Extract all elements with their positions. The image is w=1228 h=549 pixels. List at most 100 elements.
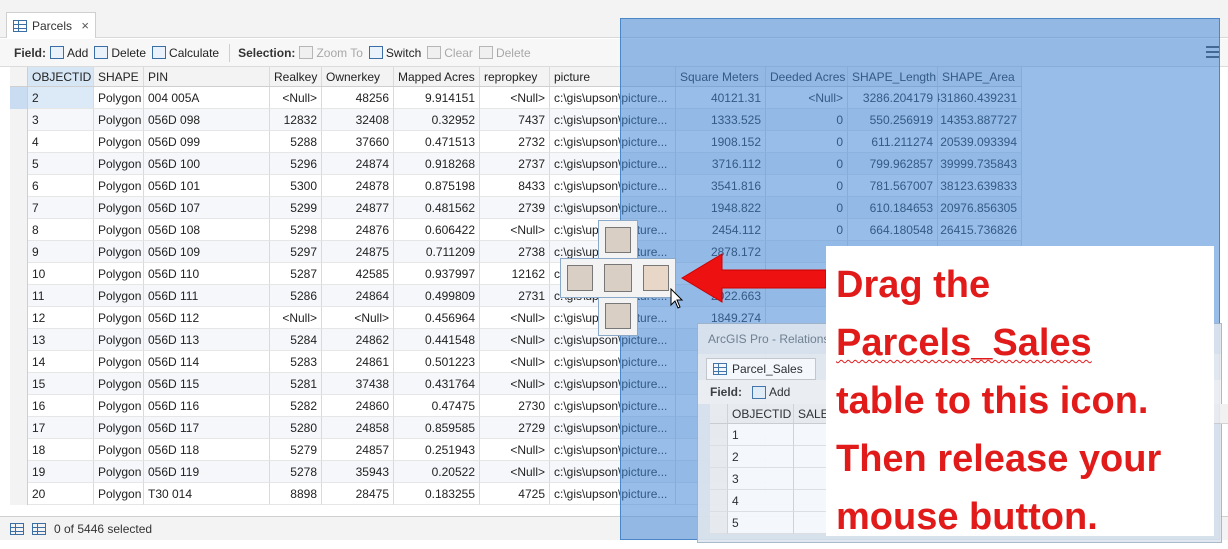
table-cell[interactable]: 5296	[270, 153, 322, 175]
column-header-pin[interactable]: PIN	[144, 67, 270, 86]
table-cell[interactable]: 056D 117	[144, 417, 270, 439]
table-cell[interactable]: <Null>	[270, 307, 322, 329]
table-cell[interactable]: 056D 116	[144, 395, 270, 417]
table-cell[interactable]: 0.251943	[394, 439, 480, 461]
row-selector[interactable]	[10, 219, 28, 241]
table-cell[interactable]: 18	[28, 439, 94, 461]
table-cell[interactable]: 0.501223	[394, 351, 480, 373]
row-selector[interactable]	[710, 490, 728, 512]
tab-parcel-sales[interactable]: Parcel_Sales	[706, 358, 816, 380]
row-selector[interactable]	[10, 439, 28, 461]
column-header-objectid[interactable]: OBJECTID	[28, 67, 94, 86]
table-cell[interactable]: 24862	[322, 329, 394, 351]
table-cell[interactable]: 9	[28, 241, 94, 263]
table-cell[interactable]: 0.606422	[394, 219, 480, 241]
table-cell[interactable]: Polygon	[94, 417, 144, 439]
table-cell[interactable]: 5286	[270, 285, 322, 307]
table-cell[interactable]: 24876	[322, 219, 394, 241]
dock-bottom-icon[interactable]	[605, 303, 631, 329]
row-selector[interactable]	[10, 373, 28, 395]
table-cell[interactable]: 1	[728, 424, 794, 446]
table-cell[interactable]: 24874	[322, 153, 394, 175]
table-cell[interactable]: <Null>	[480, 439, 550, 461]
table-cell[interactable]: 056D 098	[144, 109, 270, 131]
table-cell[interactable]: Polygon	[94, 285, 144, 307]
table-cell[interactable]: 5280	[270, 417, 322, 439]
table-cell[interactable]: 056D 109	[144, 241, 270, 263]
table-cell[interactable]: 24878	[322, 175, 394, 197]
table-cell[interactable]: 0.937997	[394, 263, 480, 285]
table-cell[interactable]: <Null>	[480, 461, 550, 483]
delete-selection-button[interactable]: Delete	[478, 46, 531, 60]
column-header-mapped-acres[interactable]: Mapped Acres	[394, 67, 480, 86]
column-header-shape[interactable]: SHAPE	[94, 67, 144, 86]
dock-top-icon[interactable]	[605, 227, 631, 253]
table-cell[interactable]: 056D 111	[144, 285, 270, 307]
table-cell[interactable]: Polygon	[94, 329, 144, 351]
column-header-ownerkey[interactable]: Ownerkey	[322, 67, 394, 86]
table-cell[interactable]: T30 014	[144, 483, 270, 505]
row-selector[interactable]	[10, 461, 28, 483]
table-cell[interactable]: Polygon	[94, 395, 144, 417]
table-cell[interactable]: 24860	[322, 395, 394, 417]
table-cell[interactable]: Polygon	[94, 483, 144, 505]
table-cell[interactable]: 004 005A	[144, 87, 270, 109]
table-cell[interactable]: 0.32952	[394, 109, 480, 131]
table-cell[interactable]: 5279	[270, 439, 322, 461]
table-cell[interactable]: 35943	[322, 461, 394, 483]
table-cell[interactable]: 9.914151	[394, 87, 480, 109]
table-cell[interactable]: 5300	[270, 175, 322, 197]
table-cell[interactable]: 2	[728, 446, 794, 468]
row-selector[interactable]	[10, 329, 28, 351]
table-cell[interactable]: <Null>	[480, 87, 550, 109]
table-cell[interactable]: Polygon	[94, 351, 144, 373]
table-cell[interactable]: 12	[28, 307, 94, 329]
row-selector[interactable]	[10, 109, 28, 131]
table-cell[interactable]: 17	[28, 417, 94, 439]
table-cell[interactable]: Polygon	[94, 109, 144, 131]
table-cell[interactable]: Polygon	[94, 461, 144, 483]
calculate-field-button[interactable]: Calculate	[152, 46, 219, 60]
table-cell[interactable]: 19	[28, 461, 94, 483]
table-cell[interactable]: Polygon	[94, 263, 144, 285]
zoom-to-button[interactable]: Zoom To	[299, 46, 363, 60]
table-cell[interactable]: 056D 119	[144, 461, 270, 483]
dock-center-icon[interactable]	[604, 264, 632, 292]
table-cell[interactable]: 2	[28, 87, 94, 109]
table-cell[interactable]: 0.471513	[394, 131, 480, 153]
table-cell[interactable]: 2731	[480, 285, 550, 307]
table-cell[interactable]: 7	[28, 197, 94, 219]
add-field-button[interactable]: Add	[50, 46, 88, 60]
table-cell[interactable]: 8433	[480, 175, 550, 197]
column-header-objectid[interactable]: OBJECTID	[728, 404, 794, 423]
table-cell[interactable]: Polygon	[94, 373, 144, 395]
table-cell[interactable]: 0.859585	[394, 417, 480, 439]
table-cell[interactable]: Polygon	[94, 307, 144, 329]
table-cell[interactable]: 0.918268	[394, 153, 480, 175]
table-cell[interactable]: Polygon	[94, 219, 144, 241]
table-cell[interactable]: 056D 114	[144, 351, 270, 373]
column-header-repropkey[interactable]: repropkey	[480, 67, 550, 86]
table-cell[interactable]: 0.20522	[394, 461, 480, 483]
table-cell[interactable]: 056D 101	[144, 175, 270, 197]
dock-left-icon[interactable]	[567, 265, 593, 291]
table-cell[interactable]: <Null>	[480, 329, 550, 351]
table-cell[interactable]: 056D 112	[144, 307, 270, 329]
table-cell[interactable]: 5287	[270, 263, 322, 285]
table-cell[interactable]: <Null>	[480, 307, 550, 329]
table-cell[interactable]: 2732	[480, 131, 550, 153]
table-cell[interactable]: 24864	[322, 285, 394, 307]
table-cell[interactable]: 5278	[270, 461, 322, 483]
table-cell[interactable]: 24875	[322, 241, 394, 263]
table-cell[interactable]: 5281	[270, 373, 322, 395]
row-selector[interactable]	[10, 197, 28, 219]
table-cell[interactable]: 24861	[322, 351, 394, 373]
table-cell[interactable]: 12162	[480, 263, 550, 285]
table-cell[interactable]: <Null>	[322, 307, 394, 329]
table-cell[interactable]: 37660	[322, 131, 394, 153]
clear-selection-button[interactable]: Clear	[427, 46, 473, 60]
table-cell[interactable]: 056D 115	[144, 373, 270, 395]
table-cell[interactable]: 0.499809	[394, 285, 480, 307]
table-cell[interactable]: 5283	[270, 351, 322, 373]
row-selector[interactable]	[10, 241, 28, 263]
